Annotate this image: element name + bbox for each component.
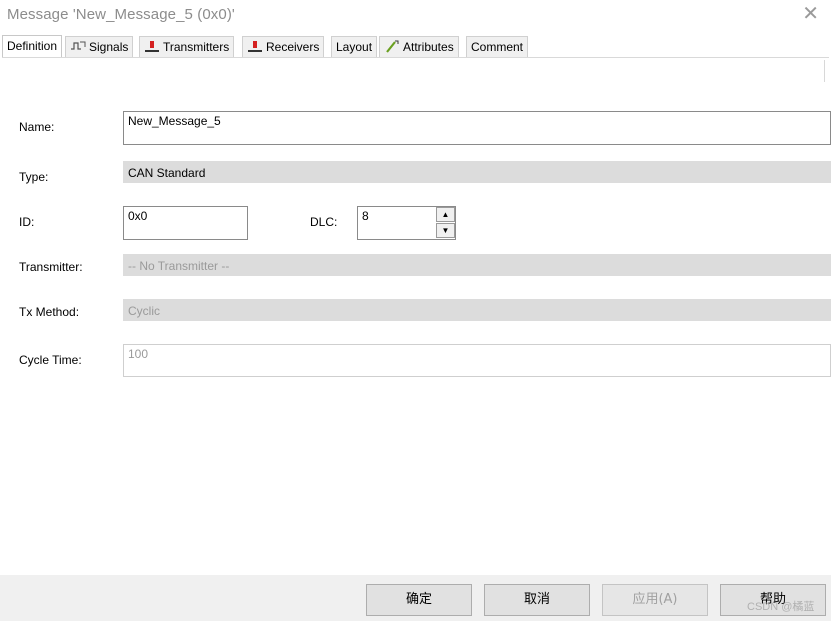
tab-layout[interactable]: Layout (331, 36, 378, 57)
id-field[interactable]: 0x0 (123, 206, 248, 240)
cancel-button[interactable]: 取消 (484, 584, 590, 616)
tab-receivers[interactable]: Receivers (242, 36, 325, 57)
tab-label: Comment (471, 40, 524, 54)
type-field: CAN Standard (123, 161, 831, 183)
apply-button: 应用(A) (602, 584, 708, 616)
name-label: Name: (19, 120, 55, 134)
txmethod-label: Tx Method: (19, 305, 80, 319)
id-label: ID: (19, 215, 35, 229)
tab-signals[interactable]: Signals (65, 36, 134, 57)
close-icon[interactable]: ✕ (802, 3, 819, 25)
tab-label: Layout (336, 40, 373, 54)
transmitter-field: -- No Transmitter -- (123, 254, 831, 276)
tab-label: Signals (89, 40, 129, 54)
title-bar: Message 'New_Message_5 (0x0)' ✕ (0, 0, 831, 32)
name-field[interactable]: New_Message_5 (123, 111, 831, 145)
type-label: Type: (19, 170, 49, 184)
tab-label: Transmitters (163, 40, 230, 54)
tab-attributes[interactable]: Attributes (379, 36, 459, 57)
cycletime-label: Cycle Time: (19, 353, 82, 367)
attributes-icon (386, 40, 399, 53)
tab-strip: Definition Signals Transmitters Receiver… (0, 35, 831, 58)
tab-transmitters[interactable]: Transmitters (139, 36, 235, 57)
window-title: Message 'New_Message_5 (0x0)' (7, 6, 235, 23)
watermark: CSDN @橘蓝 (747, 601, 815, 613)
tab-definition[interactable]: Definition (2, 35, 63, 57)
receiver-icon (248, 41, 262, 52)
ok-button[interactable]: 确定 (366, 584, 472, 616)
cycletime-field: 100 (123, 344, 831, 377)
dlc-label: DLC: (310, 215, 338, 229)
tab-label: Attributes (403, 40, 454, 54)
dlc-spin-up-icon[interactable]: ▲ (436, 207, 455, 222)
signals-icon (71, 41, 86, 50)
tab-label: Receivers (266, 40, 320, 54)
tab-label: Definition (7, 39, 58, 53)
transmitter-icon (145, 41, 159, 52)
panel-divider (824, 60, 825, 82)
txmethod-field: Cyclic (123, 299, 831, 321)
tab-comment[interactable]: Comment (466, 36, 529, 57)
transmitter-label: Transmitter: (19, 260, 83, 274)
dlc-spin-down-icon[interactable]: ▼ (436, 223, 455, 238)
